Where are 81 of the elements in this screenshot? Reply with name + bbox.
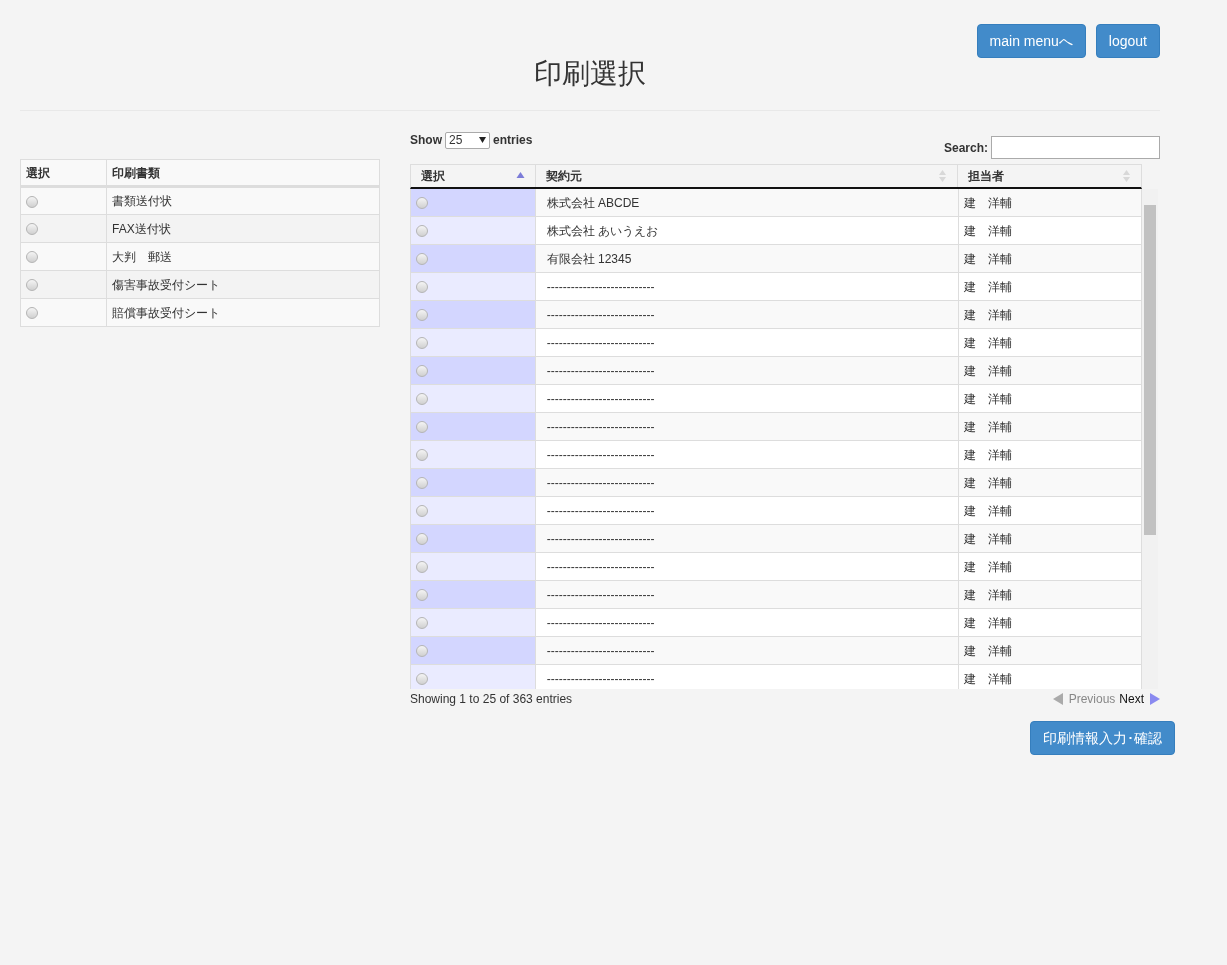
table-cell: 建 洋輔	[957, 189, 1141, 216]
table-cell: 建 洋輔	[957, 469, 1141, 496]
table-cell: 建 洋輔	[957, 609, 1141, 636]
entries-label: entries	[493, 132, 533, 149]
table-cell: 有限会社 12345	[534, 245, 958, 272]
table-cell: 株式会社 あいうえお	[534, 217, 958, 244]
table-cell: 建 洋輔	[957, 385, 1141, 412]
radio-button[interactable]	[416, 196, 428, 209]
radio-button[interactable]	[416, 588, 428, 601]
table-cell: 株式会社 ABCDE	[534, 189, 958, 216]
radio-button[interactable]	[26, 251, 38, 264]
page-size-dropdown[interactable]: 25	[445, 131, 490, 149]
radio-button[interactable]	[416, 532, 428, 545]
column-header[interactable]: 担当者	[957, 165, 1141, 187]
table-cell: 建 洋輔	[957, 217, 1141, 244]
column-header[interactable]: 選択	[411, 165, 535, 187]
logout-button[interactable]: logout	[1095, 24, 1160, 58]
radio-button[interactable]	[26, 307, 38, 320]
radio-button[interactable]	[416, 448, 428, 461]
radio-button[interactable]	[26, 223, 38, 236]
table-cell: 建 洋輔	[957, 413, 1141, 440]
table-cell: FAX送付状	[106, 214, 380, 243]
search-field[interactable]	[991, 136, 1160, 159]
table-cell: ---------------------------	[534, 413, 958, 440]
table-cell: 建 洋輔	[957, 329, 1141, 356]
radio-button[interactable]	[416, 420, 428, 433]
table-cell: ---------------------------	[534, 581, 958, 608]
table-cell: 書類送付状	[106, 186, 380, 215]
radio-button[interactable]	[416, 392, 428, 405]
radio-button[interactable]	[416, 616, 428, 629]
show-label: Show	[410, 132, 442, 149]
radio-button[interactable]	[416, 672, 428, 685]
table-cell: 建 洋輔	[957, 581, 1141, 608]
table-cell: 建 洋輔	[957, 301, 1141, 328]
table-cell: ---------------------------	[534, 497, 958, 524]
table-cell: ---------------------------	[534, 469, 958, 496]
table-cell: 建 洋輔	[957, 553, 1141, 580]
table-cell: ---------------------------	[534, 329, 958, 356]
table-cell: 建 洋輔	[957, 273, 1141, 300]
radio-button[interactable]	[416, 336, 428, 349]
table-cell: 建 洋輔	[957, 441, 1141, 468]
table-cell: 建 洋輔	[957, 497, 1141, 524]
table-cell: ---------------------------	[534, 441, 958, 468]
table-cell: ---------------------------	[534, 301, 958, 328]
radio-button[interactable]	[26, 279, 38, 292]
table-cell: ---------------------------	[534, 637, 958, 664]
page-title: 印刷選択	[534, 57, 646, 91]
column-header: 印刷書類	[106, 159, 380, 187]
table-cell: ---------------------------	[534, 385, 958, 412]
column-header[interactable]: 契約元	[534, 165, 958, 187]
table-cell: 賠償事故受付シート	[106, 298, 380, 327]
radio-button[interactable]	[416, 308, 428, 321]
table-cell: 建 洋輔	[957, 637, 1141, 664]
radio-button[interactable]	[416, 560, 428, 573]
next-link[interactable]: Next	[1119, 690, 1160, 708]
table-cell: ---------------------------	[534, 357, 958, 384]
radio-button[interactable]	[416, 644, 428, 657]
radio-button[interactable]	[416, 280, 428, 293]
table-cell: ---------------------------	[534, 273, 958, 300]
table-cell: ---------------------------	[534, 525, 958, 552]
table-cell: 建 洋輔	[957, 357, 1141, 384]
table-cell: ---------------------------	[534, 665, 958, 689]
radio-button[interactable]	[416, 504, 428, 517]
table-cell: ---------------------------	[534, 553, 958, 580]
radio-button[interactable]	[416, 364, 428, 377]
main-menu-button[interactable]: main menuへ	[976, 24, 1086, 58]
radio-button[interactable]	[416, 252, 428, 265]
radio-button[interactable]	[416, 224, 428, 237]
search-label: Search:	[943, 139, 988, 157]
table-cell: 建 洋輔	[957, 665, 1141, 689]
table-cell: ---------------------------	[534, 609, 958, 636]
table-cell: 建 洋輔	[957, 525, 1141, 552]
radio-button[interactable]	[26, 195, 38, 208]
caret-icon	[479, 137, 486, 143]
column-header: 選択	[20, 159, 107, 187]
table-cell: 大判 郵送	[106, 242, 380, 271]
radio-button[interactable]	[416, 476, 428, 489]
table-cell: 建 洋輔	[957, 245, 1141, 272]
confirm-button[interactable]: 印刷情報入力･確認	[1030, 721, 1175, 755]
entries-info: Showing 1 to 25 of 363 entries	[410, 691, 573, 708]
table-cell: 傷害事故受付シート	[106, 270, 380, 299]
